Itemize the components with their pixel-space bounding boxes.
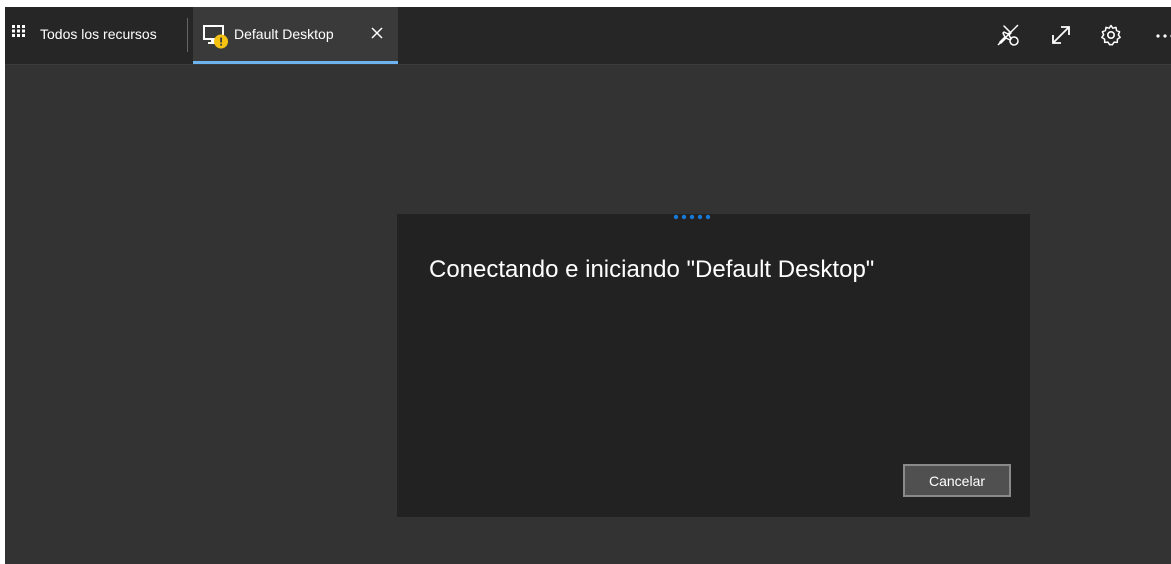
all-resources-button[interactable]: Todos los recursos (5, 7, 183, 64)
top-bar: Todos los recursos Default Desktop (5, 7, 1171, 65)
active-tab-indicator (193, 61, 398, 64)
cancel-button[interactable]: Cancelar (903, 464, 1011, 497)
desktop-warning-icon (203, 25, 228, 49)
tab-separator (187, 18, 188, 52)
all-resources-label: Todos los recursos (40, 26, 157, 42)
gear-icon[interactable] (1099, 23, 1123, 47)
tab-default-desktop[interactable]: Default Desktop (193, 7, 398, 64)
dialog-title: Conectando e iniciando "Default Desktop" (429, 256, 875, 283)
progress-dots-icon (673, 214, 711, 220)
tab-label: Default Desktop (234, 26, 334, 42)
connecting-dialog: Conectando e iniciando "Default Desktop"… (397, 214, 1030, 517)
unpin-icon[interactable] (996, 23, 1020, 47)
more-icon[interactable] (1153, 23, 1171, 47)
close-icon[interactable] (369, 25, 385, 41)
grid-icon (12, 25, 25, 37)
remote-desktop-window: Todos los recursos Default Desktop Conec… (5, 7, 1171, 564)
expand-icon[interactable] (1049, 23, 1073, 47)
